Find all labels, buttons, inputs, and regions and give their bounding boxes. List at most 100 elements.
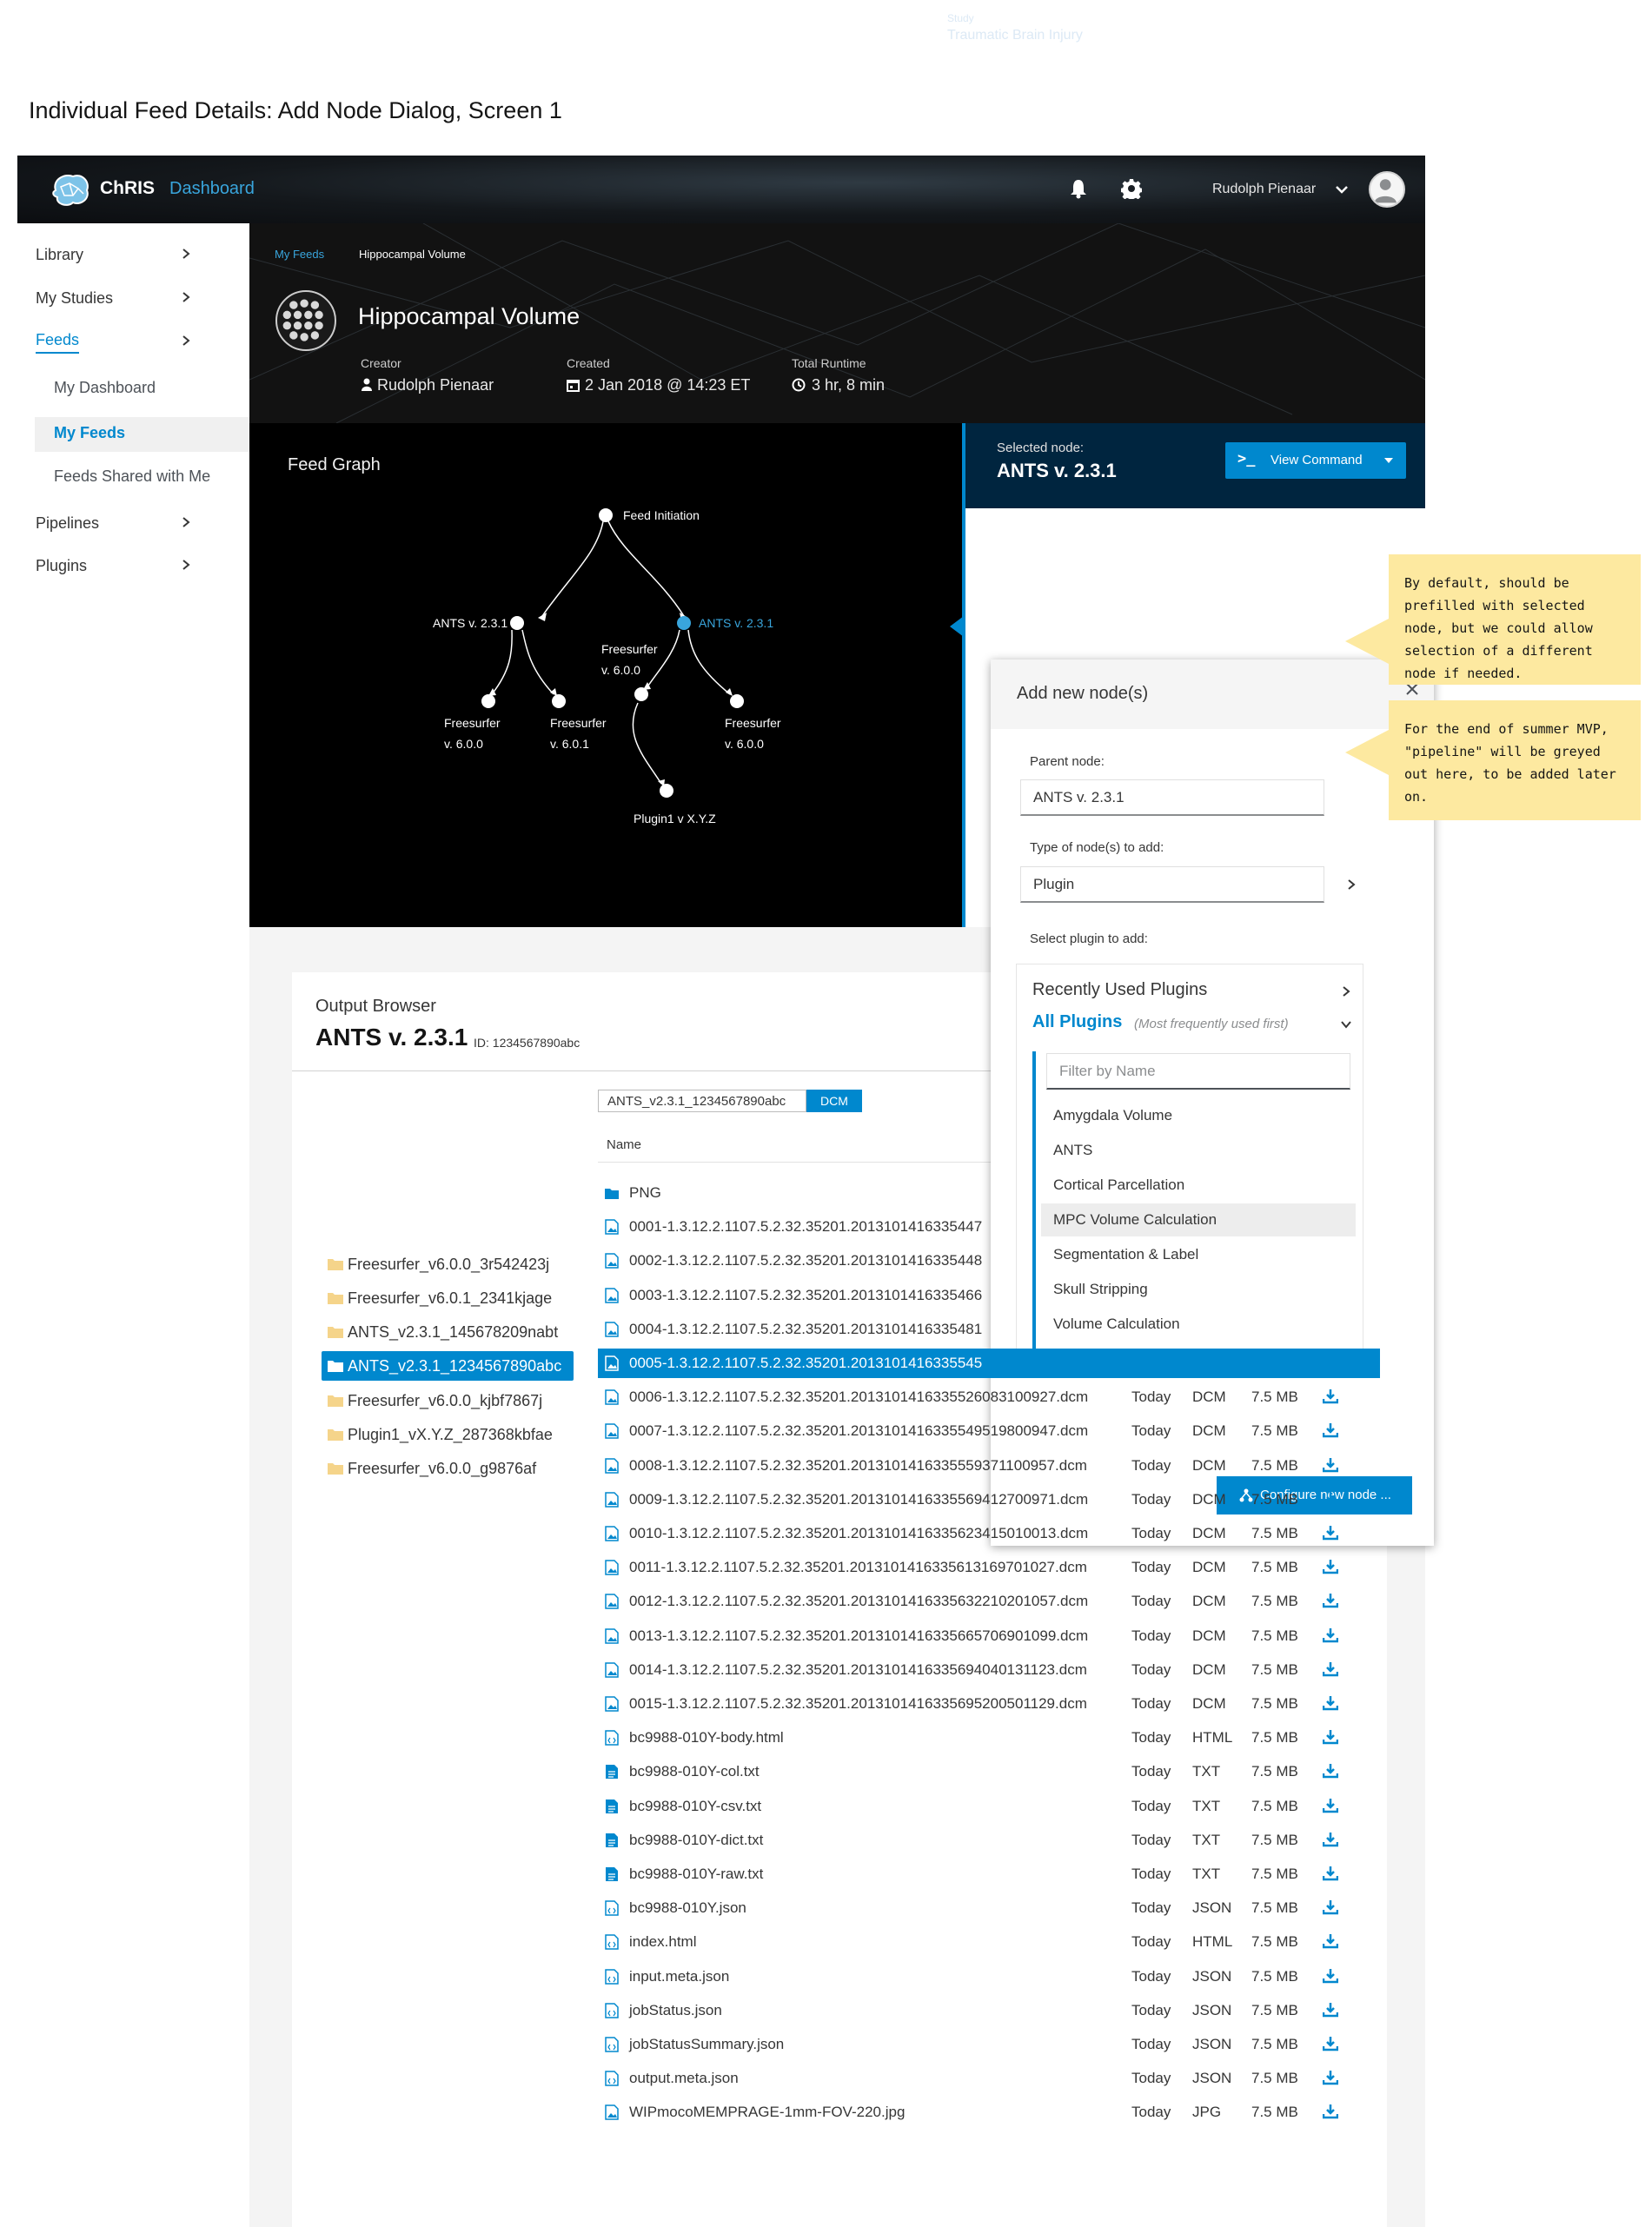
graph-node-ants-left[interactable]: ANTS v. 2.3.1 — [433, 616, 524, 630]
file-row[interactable]: 0014-1.3.12.2.1107.5.2.32.35201.20131014… — [598, 1655, 1380, 1685]
chevron-down-icon[interactable] — [1334, 182, 1350, 197]
file-row[interactable]: 0006-1.3.12.2.1107.5.2.32.35201.20131014… — [598, 1382, 1380, 1412]
file-row[interactable]: 0004-1.3.12.2.1107.5.2.32.35201.20131014… — [598, 1315, 1380, 1344]
file-row[interactable]: bc9988-010Y-csv.txt Today TXT 7.5 MB — [598, 1792, 1380, 1821]
brand-name[interactable]: ChRIS — [100, 178, 155, 199]
download-icon[interactable] — [1323, 1763, 1338, 1779]
file-row[interactable]: 0009-1.3.12.2.1107.5.2.32.35201.20131014… — [598, 1485, 1380, 1514]
chevron-down-icon[interactable] — [1340, 1018, 1352, 1031]
chevron-right-icon[interactable] — [180, 559, 192, 571]
graph-node-ants-selected[interactable]: ANTS v. 2.3.1 — [677, 616, 773, 630]
breadcrumb-link[interactable]: My Feeds — [275, 248, 324, 261]
column-header-name[interactable]: Name — [607, 1137, 641, 1152]
folder-item[interactable]: Plugin1_vX.Y.Z_287368kbfae — [322, 1420, 574, 1449]
sidebar-item-pipelines[interactable]: Pipelines — [36, 514, 99, 533]
graph-node-freesurfer-2[interactable]: Freesurfer v. 6.0.1 — [550, 694, 607, 751]
view-command-button[interactable]: >_ View Command — [1225, 442, 1406, 479]
file-row[interactable]: bc9988-010Y-col.txt Today TXT 7.5 MB — [598, 1757, 1380, 1786]
gear-icon[interactable] — [1121, 178, 1142, 199]
chevron-right-icon[interactable] — [180, 248, 192, 260]
file-row[interactable]: bc9988-010Y-raw.txt Today TXT 7.5 MB — [598, 1859, 1380, 1889]
download-icon[interactable] — [1323, 1422, 1338, 1438]
plugin-item[interactable]: Amygdala Volume — [1041, 1099, 1356, 1132]
download-icon[interactable] — [1323, 1933, 1338, 1949]
folder-item[interactable]: ANTS_v2.3.1_145678209nabt — [322, 1317, 574, 1347]
graph-node-root[interactable]: Feed Initiation — [599, 508, 700, 522]
file-row[interactable]: 0015-1.3.12.2.1107.5.2.32.35201.20131014… — [598, 1689, 1380, 1719]
download-icon[interactable] — [1323, 1627, 1338, 1643]
graph-node-freesurfer-3[interactable]: Freesurfer v. 6.0.0 — [601, 642, 658, 701]
file-row[interactable]: input.meta.json Today JSON 7.5 MB — [598, 1962, 1380, 1992]
all-plugins-toggle[interactable]: All Plugins — [1032, 1012, 1122, 1032]
file-row[interactable]: bc9988-010Y-body.html Today HTML 7.5 MB — [598, 1723, 1380, 1753]
graph-node-freesurfer-1[interactable]: Freesurfer v. 6.0.0 — [444, 694, 501, 751]
sidebar-item-library[interactable]: Library — [36, 246, 83, 264]
sidebar-item-my-studies[interactable]: My Studies — [36, 289, 113, 308]
download-icon[interactable] — [1323, 2070, 1338, 2085]
sidebar-item-plugins[interactable]: Plugins — [36, 557, 87, 575]
sidebar-item-feeds[interactable]: Feeds — [36, 331, 80, 354]
file-row[interactable]: index.html Today HTML 7.5 MB — [598, 1927, 1380, 1957]
chevron-right-icon[interactable] — [180, 291, 192, 303]
plugin-filter-input[interactable]: Filter by Name — [1046, 1053, 1350, 1090]
download-icon[interactable] — [1323, 2104, 1338, 2119]
graph-node-freesurfer-4[interactable]: Freesurfer v. 6.0.0 — [725, 694, 781, 751]
avatar[interactable] — [1369, 171, 1405, 208]
sidebar-subitem-my-dashboard[interactable]: My Dashboard — [54, 379, 156, 397]
plugin-item[interactable]: ANTS — [1041, 1134, 1356, 1167]
download-icon[interactable] — [1323, 2036, 1338, 2051]
chevron-right-icon[interactable] — [1345, 878, 1357, 891]
folder-item[interactable]: ANTS_v2.3.1_1234567890abc — [322, 1351, 574, 1381]
folder-row[interactable]: PNG — [598, 1178, 1380, 1208]
download-icon[interactable] — [1323, 1729, 1338, 1745]
file-row[interactable]: 0001-1.3.12.2.1107.5.2.32.35201.20131014… — [598, 1212, 1380, 1242]
chevron-right-icon[interactable] — [1340, 985, 1352, 998]
file-row[interactable]: 0005-1.3.12.2.1107.5.2.32.35201.20131014… — [598, 1349, 1380, 1378]
path-tag[interactable]: DCM — [806, 1090, 862, 1112]
download-icon[interactable] — [1323, 1798, 1338, 1813]
brand-subtitle[interactable]: Dashboard — [169, 179, 255, 199]
parent-node-field[interactable]: ANTS v. 2.3.1 — [1020, 779, 1324, 816]
file-row[interactable]: 0007-1.3.12.2.1107.5.2.32.35201.20131014… — [598, 1416, 1380, 1446]
file-row[interactable]: 0012-1.3.12.2.1107.5.2.32.35201.20131014… — [598, 1587, 1380, 1616]
file-row[interactable]: jobStatusSummary.json Today JSON 7.5 MB — [598, 2030, 1380, 2059]
download-icon[interactable] — [1323, 2002, 1338, 2018]
brain-logo-icon[interactable] — [49, 171, 92, 209]
file-row[interactable]: bc9988-010Y-dict.txt Today TXT 7.5 MB — [598, 1826, 1380, 1855]
download-icon[interactable] — [1323, 1661, 1338, 1677]
file-row[interactable]: 0013-1.3.12.2.1107.5.2.32.35201.20131014… — [598, 1621, 1380, 1651]
file-row[interactable]: 0008-1.3.12.2.1107.5.2.32.35201.20131014… — [598, 1451, 1380, 1481]
folder-item[interactable]: Freesurfer_v6.0.0_g9876af — [322, 1454, 574, 1483]
download-icon[interactable] — [1323, 1832, 1338, 1847]
folder-item[interactable]: Freesurfer_v6.0.0_kjbf7867j — [322, 1386, 574, 1415]
file-row[interactable]: 0003-1.3.12.2.1107.5.2.32.35201.20131014… — [598, 1281, 1380, 1310]
download-icon[interactable] — [1323, 1866, 1338, 1881]
file-row[interactable]: 0002-1.3.12.2.1107.5.2.32.35201.20131014… — [598, 1246, 1380, 1276]
download-icon[interactable] — [1323, 1559, 1338, 1574]
file-row[interactable]: output.meta.json Today JSON 7.5 MB — [598, 2064, 1380, 2093]
chevron-right-icon[interactable] — [180, 516, 192, 528]
download-icon[interactable] — [1323, 1491, 1338, 1507]
path-breadcrumb[interactable]: ANTS_v2.3.1_1234567890abc — [598, 1090, 806, 1112]
folder-item[interactable]: Freesurfer_v6.0.1_2341kjage — [322, 1283, 574, 1313]
file-row[interactable]: 0011-1.3.12.2.1107.5.2.32.35201.20131014… — [598, 1553, 1380, 1582]
sidebar-subitem-feeds-shared[interactable]: Feeds Shared with Me — [54, 467, 210, 486]
download-icon[interactable] — [1323, 1695, 1338, 1711]
download-icon[interactable] — [1323, 1389, 1338, 1404]
file-row[interactable]: bc9988-010Y.json Today JSON 7.5 MB — [598, 1893, 1380, 1923]
user-name[interactable]: Rudolph Pienaar — [1212, 182, 1316, 197]
download-icon[interactable] — [1323, 1968, 1338, 1984]
file-row[interactable]: WIPmocoMEMPRAGE-1mm-FOV-220.jpg Today JPG 7… — [598, 2098, 1380, 2127]
file-row[interactable]: jobStatus.json Today JSON 7.5 MB — [598, 1996, 1380, 2025]
folder-item[interactable]: Freesurfer_v6.0.0_3r542423j — [322, 1249, 574, 1279]
file-row[interactable]: 0010-1.3.12.2.1107.5.2.32.35201.20131014… — [598, 1519, 1380, 1548]
download-icon[interactable] — [1323, 1525, 1338, 1541]
sidebar-subitem-my-feeds[interactable]: My Feeds — [54, 424, 125, 442]
download-icon[interactable] — [1323, 1899, 1338, 1915]
chevron-right-icon[interactable] — [180, 335, 192, 347]
download-icon[interactable] — [1323, 1457, 1338, 1473]
graph-node-plugin1[interactable]: Plugin1 v X.Y.Z — [634, 784, 716, 825]
recent-plugins-toggle[interactable]: Recently Used Plugins — [1032, 980, 1207, 1000]
bell-icon[interactable] — [1069, 178, 1088, 199]
download-icon[interactable] — [1323, 1593, 1338, 1608]
